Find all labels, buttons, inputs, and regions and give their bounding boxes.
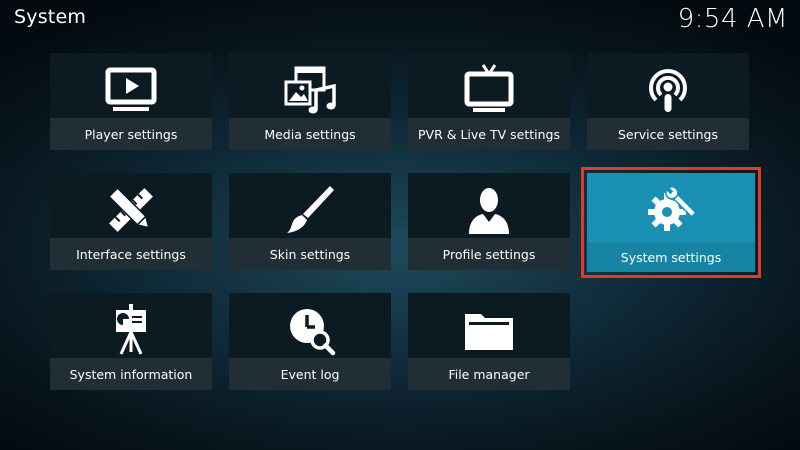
page-title: System (14, 6, 87, 28)
tile-interface-settings[interactable]: Interface settings (50, 173, 212, 270)
tile-label: Player settings (84, 126, 178, 142)
clock: 9:54 AM (677, 4, 788, 34)
tile-label: Interface settings (76, 246, 186, 262)
tile-label: Service settings (617, 126, 719, 142)
podcast-icon (587, 61, 749, 119)
tile-label: Media settings (264, 126, 356, 142)
tile-skin-settings[interactable]: Skin settings (229, 173, 391, 270)
tile-media-settings[interactable]: Media settings (229, 53, 391, 150)
tile-system-information[interactable]: System information (50, 293, 212, 390)
tile-file-manager[interactable]: File manager (408, 293, 570, 390)
tile-label: PVR & Live TV settings (418, 126, 560, 142)
pencil-ruler-icon (50, 181, 212, 239)
live-tv-icon (408, 61, 570, 119)
folder-icon (408, 301, 570, 359)
tile-label: Profile settings (442, 246, 536, 262)
tile-service-settings[interactable]: Service settings (587, 53, 749, 150)
tile-label: Skin settings (269, 246, 351, 262)
clock-search-icon (229, 301, 391, 359)
tile-system-settings[interactable]: System settings (581, 167, 761, 278)
media-icon (229, 61, 391, 119)
tile-label: System information (69, 366, 193, 382)
tile-pvr-live-tv-settings[interactable]: PVR & Live TV settings (408, 53, 570, 150)
tile-label: System settings (620, 249, 722, 265)
user-icon (408, 181, 570, 239)
tv-play-icon (50, 61, 212, 119)
tile-event-log[interactable]: Event log (229, 293, 391, 390)
presentation-icon (50, 301, 212, 359)
tile-label: Event log (280, 366, 340, 382)
tile-profile-settings[interactable]: Profile settings (408, 173, 570, 270)
gear-wrench-icon (587, 181, 755, 239)
tile-player-settings[interactable]: Player settings (50, 53, 212, 150)
paintbrush-icon (229, 181, 391, 239)
tile-label: File manager (448, 366, 530, 382)
